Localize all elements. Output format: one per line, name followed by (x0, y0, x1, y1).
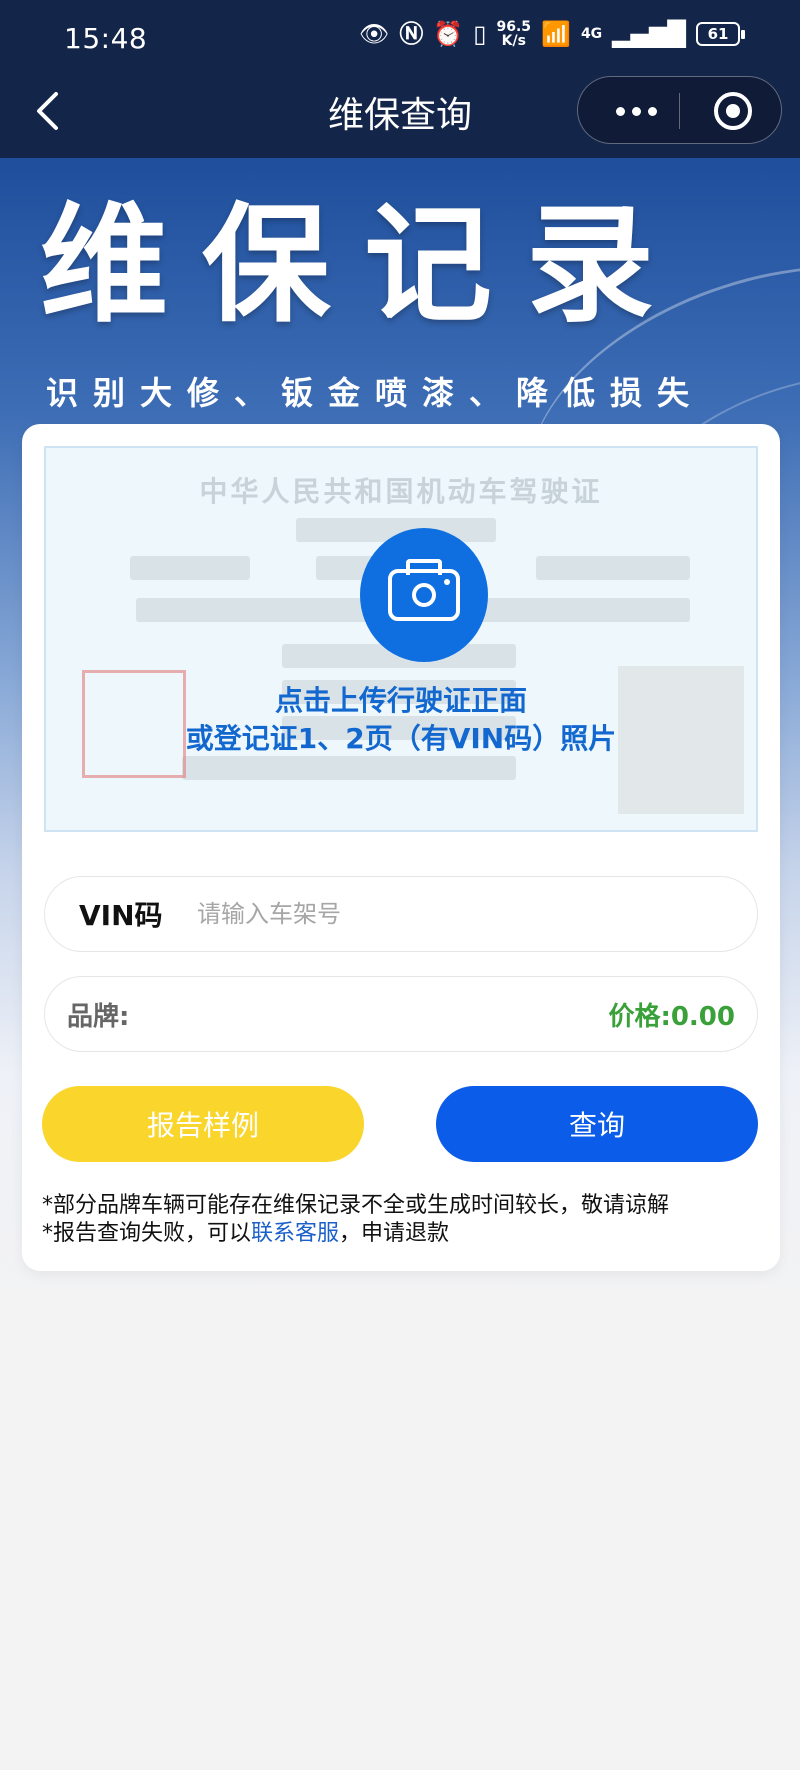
price-value: 0.00 (670, 1001, 735, 1032)
net-speed: 96.5 K/s (497, 20, 532, 48)
close-mini-program-button[interactable] (714, 92, 752, 130)
note-line-2-prefix: *报告查询失败，可以 (42, 1221, 252, 1246)
vin-field: VIN码 (44, 876, 758, 952)
more-button[interactable] (606, 91, 666, 131)
license-watermark-title: 中华人民共和国机动车驾驶证 (199, 475, 603, 508)
license-upload-area[interactable]: 中华人民共和国机动车驾驶证 点击上传行驶证正面 或登记证1、2页（有VIN码）照… (44, 446, 758, 832)
status-time: 15:48 (64, 22, 148, 55)
query-button[interactable]: 查询 (436, 1086, 758, 1162)
vin-label: VIN码 (79, 899, 163, 932)
brand-label-text: 品牌: (67, 1001, 130, 1032)
alarm-icon: ⏰ (433, 20, 464, 48)
more-dot-icon (631, 106, 641, 116)
vin-input[interactable] (197, 900, 697, 928)
upload-hint-line1: 点击上传行驶证正面 (274, 684, 527, 717)
price: 价格:0.00 (608, 996, 735, 1033)
notes: *部分品牌车辆可能存在维保记录不全或生成时间较长，敬请谅解 *报告查询失败，可以… (42, 1192, 669, 1248)
hero-title: 维保记录 (40, 191, 689, 340)
capsule-divider (679, 93, 680, 129)
status-icons: 👁 Ⓝ ⏰ ▯ 96.5 K/s 📶 4G ▂▄▆█ 61 (358, 20, 745, 48)
net-speed-value: 96.5 (496, 19, 532, 35)
top-bar: 15:48 👁 Ⓝ ⏰ ▯ 96.5 K/s 📶 4G ▂▄▆█ 61 维保查询 (0, 0, 800, 158)
net-speed-unit: K/s (501, 33, 526, 49)
more-dot-icon (647, 106, 657, 116)
wifi-icon: 📶 (541, 20, 571, 48)
blurred-field (130, 556, 250, 580)
battery-indicator: 61 (696, 22, 745, 46)
report-sample-button[interactable]: 报告样例 (42, 1086, 364, 1162)
note-line-2-suffix: ，申请退款 (339, 1221, 450, 1246)
signal-icon: ▂▄▆█ (612, 20, 686, 48)
camera-flash-icon (444, 579, 450, 585)
vibrate-icon: ▯ (473, 20, 487, 48)
contact-service-link[interactable]: 联系客服 (251, 1221, 339, 1246)
mini-program-capsule (577, 76, 782, 144)
eye-icon: 👁 (358, 20, 390, 48)
note-line-2: *报告查询失败，可以联系客服，申请退款 (42, 1220, 669, 1248)
upload-hint: 点击上传行驶证正面 或登记证1、2页（有VIN码）照片 (46, 682, 756, 758)
blurred-field (182, 756, 516, 780)
network-type: 4G (580, 26, 603, 42)
upload-hint-line2: 或登记证1、2页（有VIN码）照片 (185, 722, 617, 755)
note-line-1: *部分品牌车辆可能存在维保记录不全或生成时间较长，敬请谅解 (42, 1193, 670, 1218)
camera-icon (388, 559, 460, 621)
target-icon (726, 104, 740, 118)
brand-field: 品牌: 价格:0.00 (44, 976, 758, 1052)
brand-label: 品牌: (67, 996, 129, 1033)
query-card: 中华人民共和国机动车驾驶证 点击上传行驶证正面 或登记证1、2页（有VIN码）照… (22, 424, 780, 1271)
more-dot-icon (615, 106, 625, 116)
price-label: 价格: (608, 1001, 671, 1032)
nfc-icon: Ⓝ (399, 20, 424, 48)
camera-button[interactable] (360, 528, 488, 662)
blurred-field (536, 556, 690, 580)
hero-subtitle: 识别大修、钣金喷漆、降低损失 (46, 374, 705, 412)
camera-lens-icon (412, 583, 436, 607)
